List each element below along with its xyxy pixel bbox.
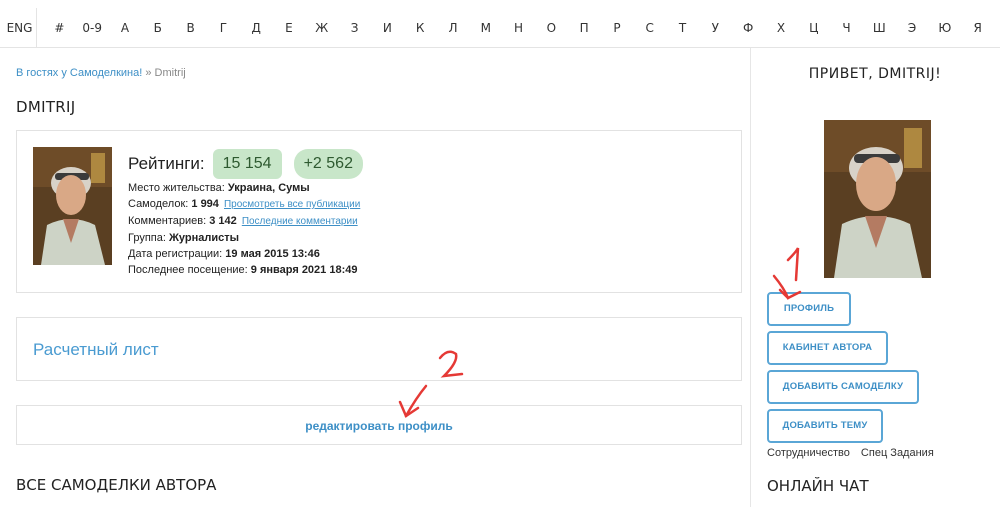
rating-delta-badge: +2 562	[293, 149, 363, 179]
alphabet-letter[interactable]: П	[568, 21, 601, 35]
sidebar-avatar	[824, 120, 931, 278]
alphabet-eng[interactable]: ENG	[3, 7, 37, 48]
last-comments-link[interactable]: Последние комментарии	[242, 216, 358, 227]
sidebar-greeting: ПРИВЕТ, DMITRIJ!	[808, 66, 942, 82]
add-topic-button[interactable]: ДОБАВИТЬ ТЕМУ	[767, 409, 883, 443]
last-visit-row: Последнее посещение: 9 января 2021 18:49	[128, 264, 358, 276]
alphabet-letter[interactable]: И	[371, 21, 404, 35]
registered-row: Дата регистрации: 19 мая 2015 13:46	[128, 248, 320, 260]
alphabet-letter[interactable]: Р	[601, 21, 634, 35]
alphabet-letter[interactable]: В	[174, 21, 207, 35]
alphabet-letter[interactable]: Ж	[305, 21, 338, 35]
alphabet-letter[interactable]: 0-9	[76, 21, 109, 35]
alphabet-letter[interactable]: Ш	[863, 21, 896, 35]
residence-row: Место жительства: Украина, Сумы	[128, 182, 310, 194]
breadcrumb: В гостях у Самоделкина! » Dmitrij	[16, 67, 186, 79]
alphabet-letter[interactable]: Ю	[929, 21, 962, 35]
page-title: DMITRIJ	[16, 98, 76, 116]
sidebar-links: Сотрудничество Спец Задания	[767, 447, 942, 459]
edit-profile-link[interactable]: редактировать профиль	[305, 419, 452, 433]
alphabet-letter[interactable]: Н	[502, 21, 535, 35]
special-tasks-link[interactable]: Спец Задания	[861, 447, 934, 459]
alphabet-letter[interactable]: О	[535, 21, 568, 35]
alphabet-letter[interactable]: А	[109, 21, 142, 35]
alphabet-letter[interactable]: Ч	[830, 21, 863, 35]
works-row: Самоделок: 1 994 Просмотреть все публика…	[128, 198, 361, 210]
rating-badge: 15 154	[212, 149, 282, 179]
works-count: 1 994	[191, 198, 219, 210]
sidebar-divider	[750, 48, 751, 507]
alphabet-letter[interactable]: Е	[273, 21, 306, 35]
add-work-button[interactable]: ДОБАВИТЬ САМОДЕЛКУ	[767, 370, 919, 404]
author-cabinet-button[interactable]: КАБИНЕТ АВТОРА	[767, 331, 888, 365]
profile-info: Место жительства: Украина, Сумы Самодело…	[128, 180, 360, 278]
profile-card: Рейтинги: 15 154 +2 562 Место жительства…	[16, 130, 742, 293]
alphabet-letter[interactable]: Т	[666, 21, 699, 35]
group-value: Журналисты	[168, 232, 240, 244]
profile-button[interactable]: ПРОФИЛЬ	[767, 292, 851, 326]
alphabet-letter[interactable]: М	[469, 21, 502, 35]
alphabet-letter[interactable]: Ф	[732, 21, 765, 35]
avatar-image	[33, 147, 112, 265]
alphabet-letter[interactable]: Л	[437, 21, 470, 35]
breadcrumb-separator: »	[142, 67, 155, 79]
alphabet-letter[interactable]: #	[43, 21, 76, 35]
alphabet-letter[interactable]: Х	[765, 21, 798, 35]
avatar	[33, 147, 112, 265]
all-works-title: ВСЕ САМОДЕЛКИ АВТОРА	[16, 476, 217, 494]
alphabet-nav: ENG #0-9 А Б В Г Д Е Ж З И К Л М Н О П Р С Т У Ф Х Ц Ч Ш Э Ю Я	[0, 7, 1000, 48]
breadcrumb-current: Dmitrij	[154, 67, 186, 79]
group-row: Группа: Журналисты	[128, 232, 240, 244]
breadcrumb-home-link[interactable]: В гостях у Самоделкина!	[16, 67, 142, 79]
comments-row: Комментариев: 3 142 Последние комментари…	[128, 215, 358, 227]
ratings-row: Рейтинги: 15 154 +2 562	[128, 149, 375, 179]
alphabet-letter[interactable]: Ц	[797, 21, 830, 35]
alphabet-letter[interactable]: С	[633, 21, 666, 35]
alphabet-letter[interactable]: К	[404, 21, 437, 35]
registered-value: 19 мая 2015 13:46	[225, 248, 320, 260]
view-publications-link[interactable]: Просмотреть все публикации	[224, 199, 360, 210]
sidebar-avatar-image	[824, 120, 931, 278]
last-visit-value: 9 января 2021 18:49	[250, 264, 358, 276]
alphabet-letter[interactable]: Д	[240, 21, 273, 35]
edit-profile-box[interactable]: редактировать профиль	[16, 405, 742, 445]
alphabet-letter[interactable]: Э	[896, 21, 929, 35]
alphabet-letter[interactable]: Г	[207, 21, 240, 35]
online-chat-title: ОНЛАЙН ЧАТ	[767, 477, 869, 495]
cooperation-link[interactable]: Сотрудничество	[767, 447, 850, 459]
calc-sheet-link[interactable]: Расчетный лист	[33, 340, 159, 360]
residence-value: Украина, Сумы	[227, 182, 310, 194]
ratings-label: Рейтинги:	[128, 154, 205, 173]
comments-count: 3 142	[209, 215, 237, 227]
alphabet-letter[interactable]: Я	[961, 21, 994, 35]
alphabet-letter[interactable]: Б	[141, 21, 174, 35]
calc-sheet-box[interactable]: Расчетный лист	[16, 317, 742, 381]
alphabet-letter[interactable]: З	[338, 21, 371, 35]
alphabet-letter[interactable]: У	[699, 21, 732, 35]
